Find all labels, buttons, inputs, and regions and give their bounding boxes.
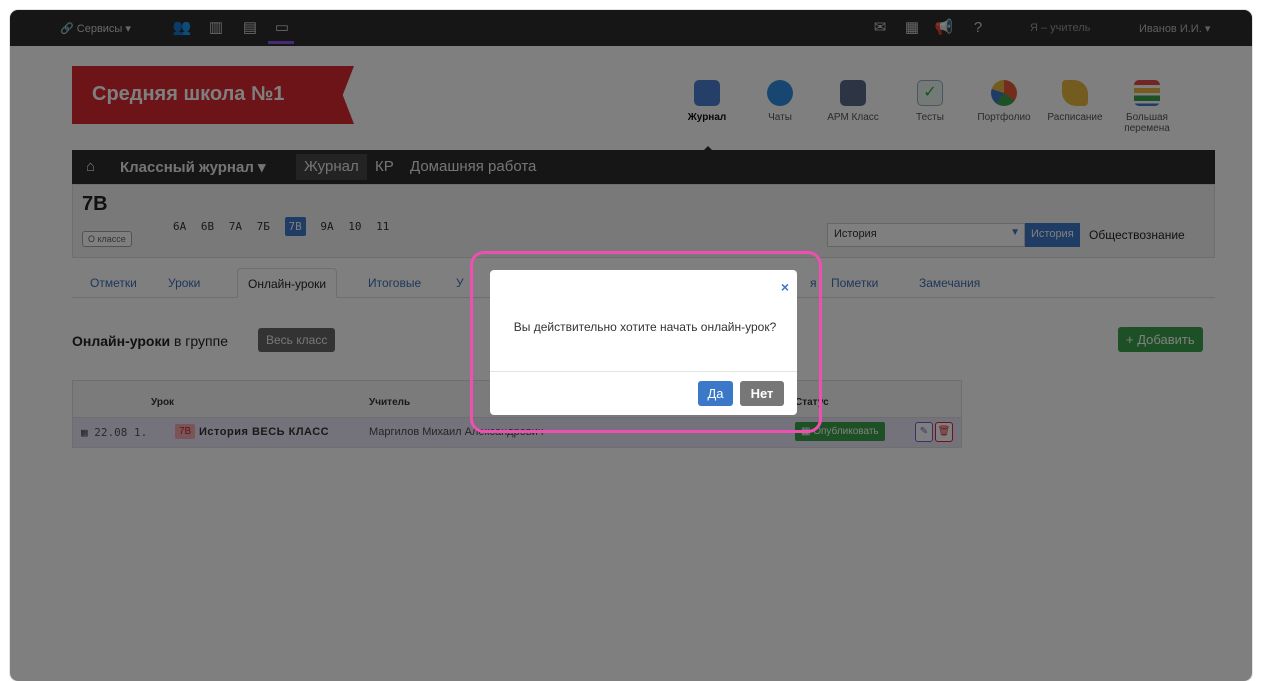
highlight-frame [470, 251, 822, 433]
app-window: 🔗 Сервисы ▾ 👥 ▥ ▤ ▭ ✉ ▦ 📢 ? Я – учитель … [10, 10, 1252, 681]
